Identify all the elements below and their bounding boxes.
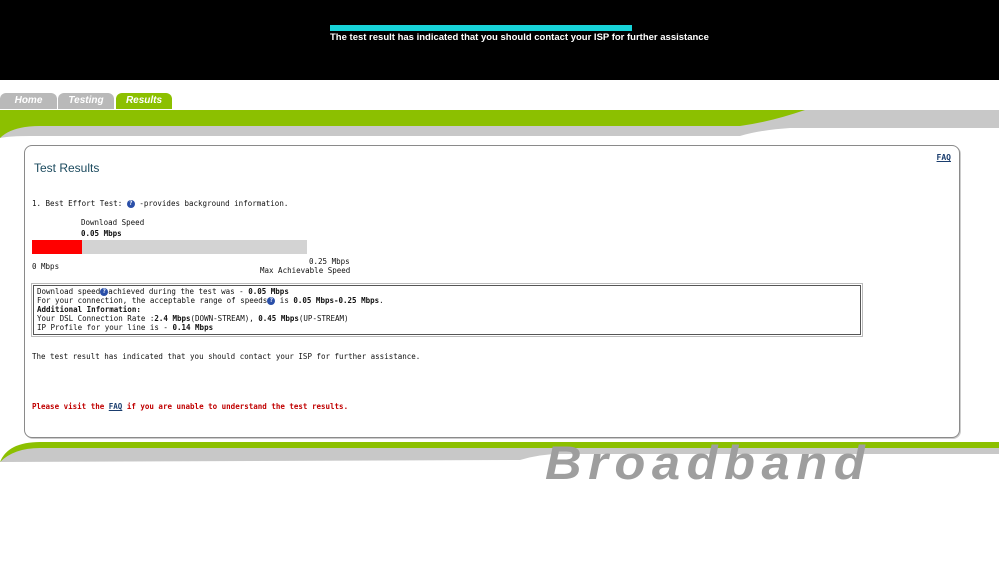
info-ip-prefix: IP Profile for your line is - <box>37 323 173 332</box>
info-dsl-up-label: (UP-STREAM) <box>298 314 349 323</box>
tab-results[interactable]: Results <box>116 93 172 109</box>
broadband-logo: Broadband <box>545 441 999 485</box>
info-additional-heading: Additional Information: <box>37 305 141 314</box>
speed-bar-track <box>32 240 307 254</box>
broadband-logo-text: Broadband <box>545 441 872 485</box>
info-download-value: 0.05 Mbps <box>248 287 289 296</box>
info-range-end: . <box>379 296 384 305</box>
info-dsl-down-label: (DOWN-STREAM), <box>190 314 259 323</box>
page-title: Test Results <box>34 161 100 175</box>
intro-prefix: 1. Best Effort Test: <box>32 199 123 208</box>
info-range-prefix: For your connection, the acceptable rang… <box>37 296 268 305</box>
tab-testing[interactable]: Testing <box>58 93 114 109</box>
info-ip-profile-line: IP Profile for your line is - 0.14 Mbps <box>37 323 857 332</box>
download-speed-label: Download Speed <box>81 218 145 227</box>
top-banner: The test result has indicated that you s… <box>0 0 999 80</box>
info-dsl-down: 2.4 Mbps <box>154 314 191 323</box>
tab-home[interactable]: Home <box>0 93 57 109</box>
speed-bar-fill <box>32 240 82 254</box>
banner-message: The test result has indicated that you s… <box>330 32 709 43</box>
info-download-prefix: Download speed <box>37 287 101 296</box>
faq-visit-line: Please visit the FAQ if you are unable t… <box>32 402 348 411</box>
info-range-value: 0.05 Mbps-0.25 Mbps <box>293 296 380 305</box>
assistance-text: The test result has indicated that you s… <box>32 352 421 361</box>
results-info-box: Download speed? achieved during the test … <box>31 283 863 337</box>
scale-min-label: 0 Mbps <box>32 262 60 271</box>
faq-link[interactable]: FAQ <box>937 153 951 162</box>
info-download-line: Download speed? achieved during the test … <box>37 287 857 296</box>
info-dsl-prefix: Your DSL Connection Rate : <box>37 314 155 323</box>
info-download-mid: achieved during the test was - <box>108 287 249 296</box>
info-range-line: For your connection, the acceptable rang… <box>37 296 857 305</box>
info-dsl-up: 0.45 Mbps <box>258 314 299 323</box>
scale-max-label: Max Achievable Speed <box>260 266 351 275</box>
question-mark-icon[interactable]: ? <box>126 200 135 208</box>
info-ip-value: 0.14 Mbps <box>172 323 214 332</box>
download-speed-value: 0.05 Mbps <box>81 229 122 238</box>
green-swoosh-top <box>0 110 999 138</box>
visit-suffix: if you are unable to understand the test… <box>122 402 349 411</box>
info-range-mid: is <box>275 296 294 305</box>
best-effort-intro: 1. Best Effort Test: ? -provides backgro… <box>32 199 288 208</box>
intro-suffix: -provides background information. <box>134 199 289 208</box>
info-dsl-line: Your DSL Connection Rate :2.4 Mbps(DOWN-… <box>37 314 857 323</box>
banner-accent-bar <box>330 25 632 31</box>
scale-max-value: 0.25 Mbps <box>309 257 350 266</box>
faq-inline-link[interactable]: FAQ <box>109 402 123 411</box>
visit-prefix: Please visit the <box>32 402 109 411</box>
results-panel: FAQ Test Results 1. Best Effort Test: ? … <box>24 145 960 438</box>
